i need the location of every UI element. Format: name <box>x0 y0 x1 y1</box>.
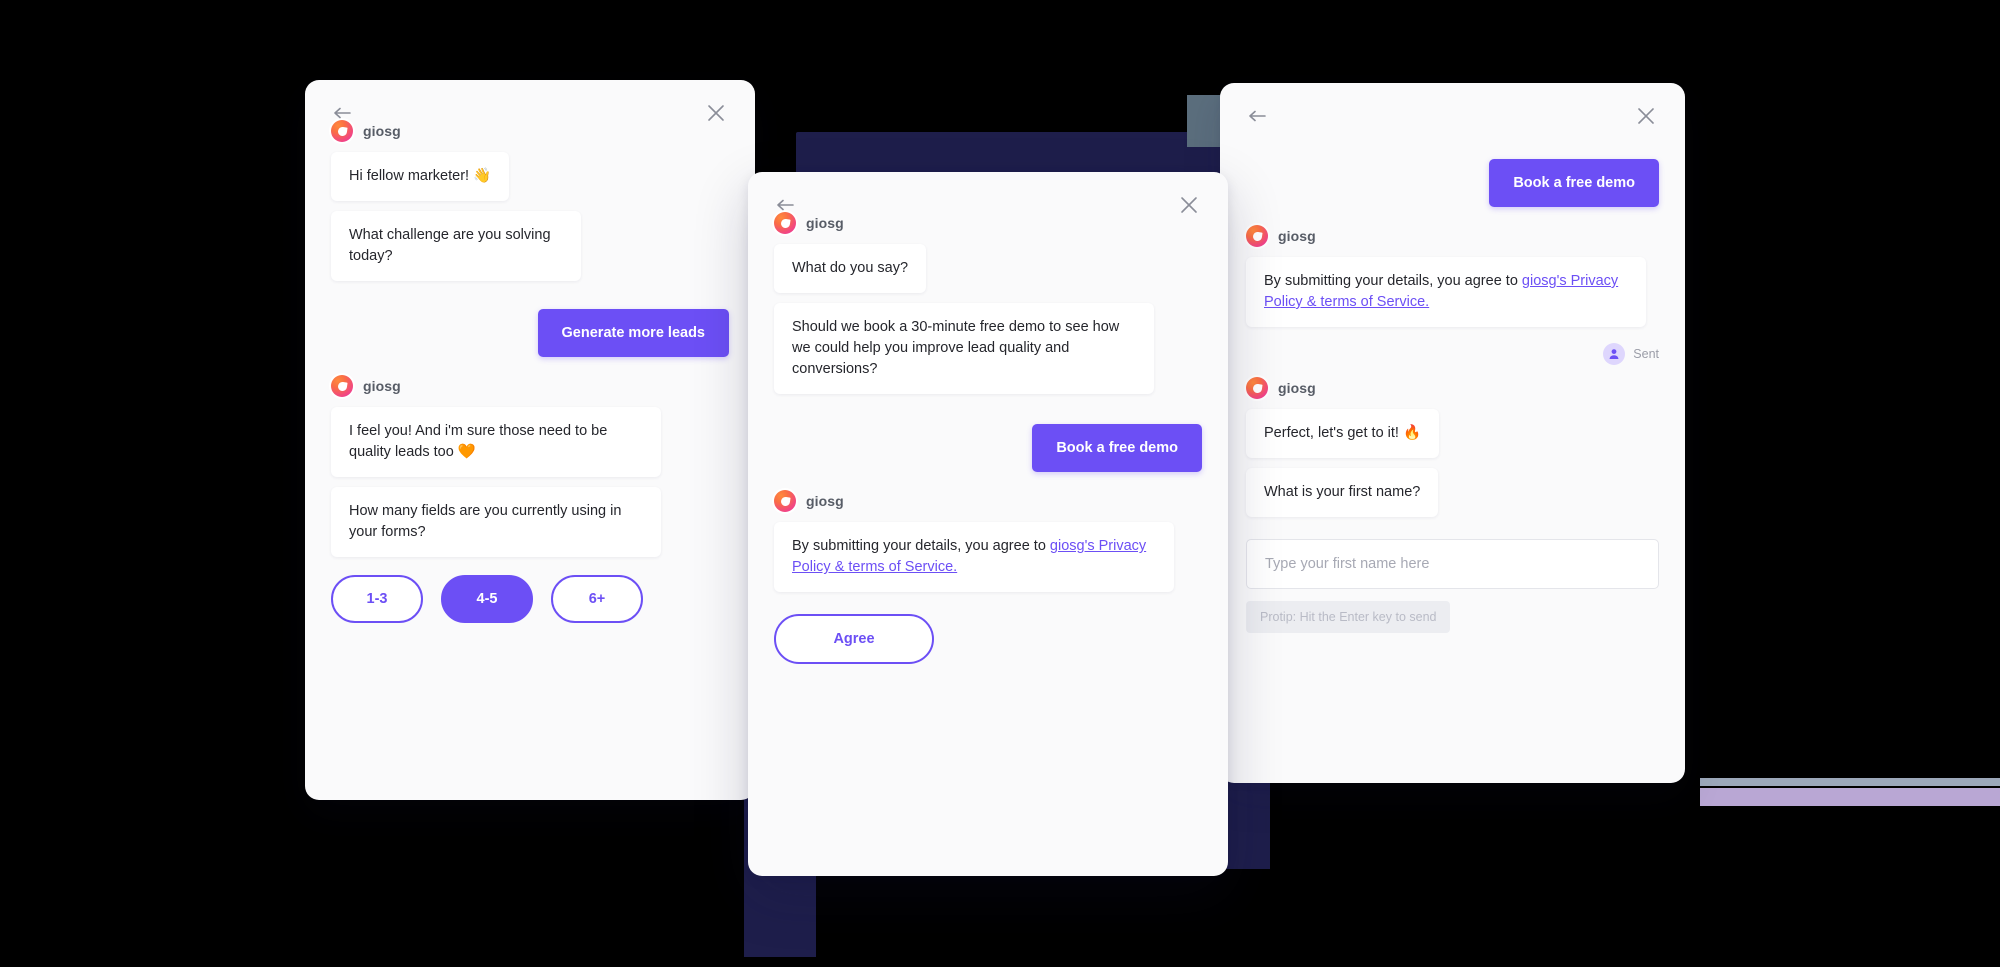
giosg-logo-icon <box>1246 225 1268 247</box>
close-icon[interactable] <box>1633 103 1659 129</box>
brand-row: giosg <box>1246 225 1659 247</box>
option-pill-6-plus[interactable]: 6+ <box>551 575 643 624</box>
option-pill-4-5[interactable]: 4-5 <box>441 575 533 624</box>
generate-more-leads-button[interactable]: Generate more leads <box>537 309 729 358</box>
chat-widget-center: giosg What do you say? Should we book a … <box>748 172 1228 876</box>
message-row: What is your first name? <box>1246 468 1659 527</box>
chat-widget-right: Book a free demo giosg By submitting you… <box>1220 83 1685 783</box>
consent-message: By submitting your details, you agree to… <box>774 522 1174 593</box>
giosg-logo-icon <box>774 490 796 513</box>
message-row: I feel you! And i'm sure those need to b… <box>331 407 729 487</box>
giosg-logo-icon <box>1246 377 1268 400</box>
option-pill-row: 1-3 4-5 6+ <box>331 575 729 624</box>
brand-name: giosg <box>1278 380 1316 397</box>
close-icon[interactable] <box>703 100 729 126</box>
bot-message: How many fields are you currently using … <box>331 487 661 558</box>
brand-row: giosg <box>331 375 729 398</box>
decorative-grey-strip <box>1700 778 2000 786</box>
brand-row: giosg <box>774 490 1202 513</box>
decorative-navy-bar-top <box>796 132 1220 176</box>
sent-status-row: Sent <box>1246 343 1659 366</box>
message-row: By submitting your details, you agree to… <box>1246 257 1659 337</box>
message-row: Perfect, let's get to it! 🔥 <box>1246 409 1659 468</box>
consent-text: By submitting your details, you agree to <box>792 538 1050 555</box>
option-pill-1-3[interactable]: 1-3 <box>331 575 423 624</box>
sent-label: Sent <box>1633 347 1659 362</box>
bot-message: What is your first name? <box>1246 468 1439 518</box>
person-icon <box>1603 343 1626 366</box>
brand-row: giosg <box>1246 377 1659 400</box>
giosg-logo-icon <box>331 375 353 398</box>
user-reply-row: Generate more leads <box>331 309 729 358</box>
message-row: Hi fellow marketer! 👋 <box>331 152 729 211</box>
bot-message: Hi fellow marketer! 👋 <box>331 152 510 202</box>
message-row: By submitting your details, you agree to… <box>774 522 1202 602</box>
arrow-left-icon[interactable] <box>331 100 357 126</box>
bot-message: Perfect, let's get to it! 🔥 <box>1246 409 1440 459</box>
chat-widget-left: giosg Hi fellow marketer! 👋 What challen… <box>305 80 755 800</box>
chat-header-left <box>331 100 729 126</box>
close-icon[interactable] <box>1176 192 1202 218</box>
user-reply-row: Book a free demo <box>1246 159 1659 207</box>
bot-message: I feel you! And i'm sure those need to b… <box>331 407 661 478</box>
bot-message: Should we book a 30-minute free demo to … <box>774 303 1154 395</box>
chat-widget-center-body: giosg What do you say? Should we book a … <box>748 172 1228 876</box>
chat-widget-left-body: giosg Hi fellow marketer! 👋 What challen… <box>305 80 755 800</box>
agree-row: Agree <box>774 614 1202 665</box>
protip-hint: Protip: Hit the Enter key to send <box>1246 601 1451 634</box>
brand-name: giosg <box>806 493 844 510</box>
decorative-lavender-strip <box>1700 788 2000 806</box>
brand-name: giosg <box>363 378 401 395</box>
message-row: What challenge are you solving today? <box>331 211 729 291</box>
first-name-input[interactable] <box>1246 539 1659 590</box>
book-a-free-demo-button[interactable]: Book a free demo <box>1489 159 1659 207</box>
bot-message: What do you say? <box>774 244 927 294</box>
bot-message: What challenge are you solving today? <box>331 211 581 282</box>
chat-header-right <box>1246 103 1659 129</box>
chat-widget-right-body: Book a free demo giosg By submitting you… <box>1220 83 1685 783</box>
arrow-left-icon[interactable] <box>774 192 800 218</box>
book-a-free-demo-button[interactable]: Book a free demo <box>1032 424 1202 473</box>
consent-message: By submitting your details, you agree to… <box>1246 257 1646 328</box>
agree-button[interactable]: Agree <box>774 614 934 665</box>
consent-text: By submitting your details, you agree to <box>1264 273 1522 289</box>
chat-header-center <box>774 192 1202 218</box>
arrow-left-icon[interactable] <box>1246 103 1272 129</box>
decorative-slate-chip <box>1187 95 1223 147</box>
brand-name: giosg <box>1278 228 1316 244</box>
message-row: What do you say? <box>774 244 1202 303</box>
message-row: Should we book a 30-minute free demo to … <box>774 303 1202 404</box>
screenshot-stage: giosg Hi fellow marketer! 👋 What challen… <box>0 0 2000 967</box>
user-reply-row: Book a free demo <box>774 424 1202 473</box>
message-row: How many fields are you currently using … <box>331 487 729 567</box>
